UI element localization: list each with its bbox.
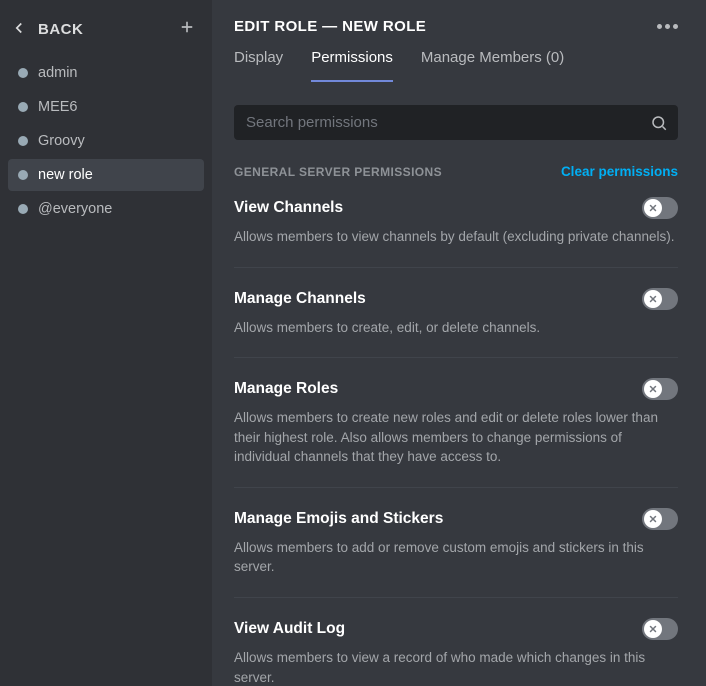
sidebar-role-item[interactable]: MEE6 — [8, 91, 204, 123]
role-name: MEE6 — [38, 99, 78, 115]
permission-toggle[interactable] — [642, 197, 678, 219]
x-icon — [644, 199, 662, 217]
permission-head: Manage Roles — [234, 378, 678, 400]
section-header: GENERAL SERVER PERMISSIONS Clear permiss… — [234, 164, 678, 179]
sidebar-role-item[interactable]: new role — [8, 159, 204, 191]
permission-row: View Audit Log Allows members to view a r… — [234, 618, 678, 686]
x-icon — [644, 290, 662, 308]
permission-head: View Audit Log — [234, 618, 678, 640]
permission-toggle[interactable] — [642, 378, 678, 400]
permission-row: Manage Emojis and Stickers Allows members… — [234, 508, 678, 598]
permission-name: View Audit Log — [234, 620, 345, 638]
clear-permissions-link[interactable]: Clear permissions — [561, 164, 678, 179]
tab-manage-members[interactable]: Manage Members (0) — [421, 49, 564, 82]
role-name: @everyone — [38, 201, 112, 217]
main: EDIT ROLE — NEW ROLE Display Permissions M… — [212, 0, 706, 686]
back-button[interactable]: BACK — [10, 19, 83, 41]
role-color-dot — [18, 170, 28, 180]
tabs: Display Permissions Manage Members (0) — [234, 49, 678, 83]
arrow-left-icon — [10, 19, 28, 41]
role-name: Groovy — [38, 133, 85, 149]
search-icon — [650, 114, 668, 132]
sidebar: BACK admin MEE6 Groovy new role @everyone — [0, 0, 212, 686]
plus-icon — [178, 18, 196, 41]
permission-head: Manage Channels — [234, 288, 678, 310]
x-icon — [644, 380, 662, 398]
permission-row: Manage Channels Allows members to create,… — [234, 288, 678, 359]
tab-display[interactable]: Display — [234, 49, 283, 82]
role-list: admin MEE6 Groovy new role @everyone — [0, 57, 212, 225]
role-color-dot — [18, 136, 28, 146]
permission-description: Allows members to add or remove custom e… — [234, 538, 678, 577]
section-label: GENERAL SERVER PERMISSIONS — [234, 165, 442, 179]
permission-description: Allows members to view a record of who m… — [234, 648, 678, 686]
role-name: admin — [38, 65, 78, 81]
permission-toggle[interactable] — [642, 508, 678, 530]
permission-head: View Channels — [234, 197, 678, 219]
sidebar-header: BACK — [0, 16, 212, 57]
more-options-button[interactable] — [657, 24, 678, 29]
search-box — [234, 105, 678, 140]
permission-row: Manage Roles Allows members to create new… — [234, 378, 678, 488]
permission-name: Manage Roles — [234, 380, 338, 398]
permission-list: View Channels Allows members to view chan… — [234, 197, 678, 686]
permission-description: Allows members to create new roles and e… — [234, 408, 678, 467]
permission-description: Allows members to create, edit, or delet… — [234, 318, 678, 338]
tab-permissions[interactable]: Permissions — [311, 49, 393, 82]
permission-name: View Channels — [234, 199, 343, 217]
x-icon — [644, 510, 662, 528]
sidebar-role-item[interactable]: admin — [8, 57, 204, 89]
back-label: BACK — [38, 21, 83, 38]
sidebar-role-item[interactable]: Groovy — [8, 125, 204, 157]
role-name: new role — [38, 167, 93, 183]
search-input[interactable] — [234, 105, 678, 140]
x-icon — [644, 620, 662, 638]
permission-toggle[interactable] — [642, 288, 678, 310]
sidebar-role-item[interactable]: @everyone — [8, 193, 204, 225]
permission-toggle[interactable] — [642, 618, 678, 640]
role-color-dot — [18, 68, 28, 78]
role-color-dot — [18, 204, 28, 214]
permission-name: Manage Emojis and Stickers — [234, 510, 443, 528]
permission-head: Manage Emojis and Stickers — [234, 508, 678, 530]
add-role-button[interactable] — [178, 18, 196, 41]
main-header: EDIT ROLE — NEW ROLE — [234, 18, 678, 35]
role-color-dot — [18, 102, 28, 112]
permission-name: Manage Channels — [234, 290, 366, 308]
permission-description: Allows members to view channels by defau… — [234, 227, 678, 247]
page-title: EDIT ROLE — NEW ROLE — [234, 18, 426, 35]
permission-row: View Channels Allows members to view chan… — [234, 197, 678, 268]
ellipsis-icon — [657, 24, 662, 29]
